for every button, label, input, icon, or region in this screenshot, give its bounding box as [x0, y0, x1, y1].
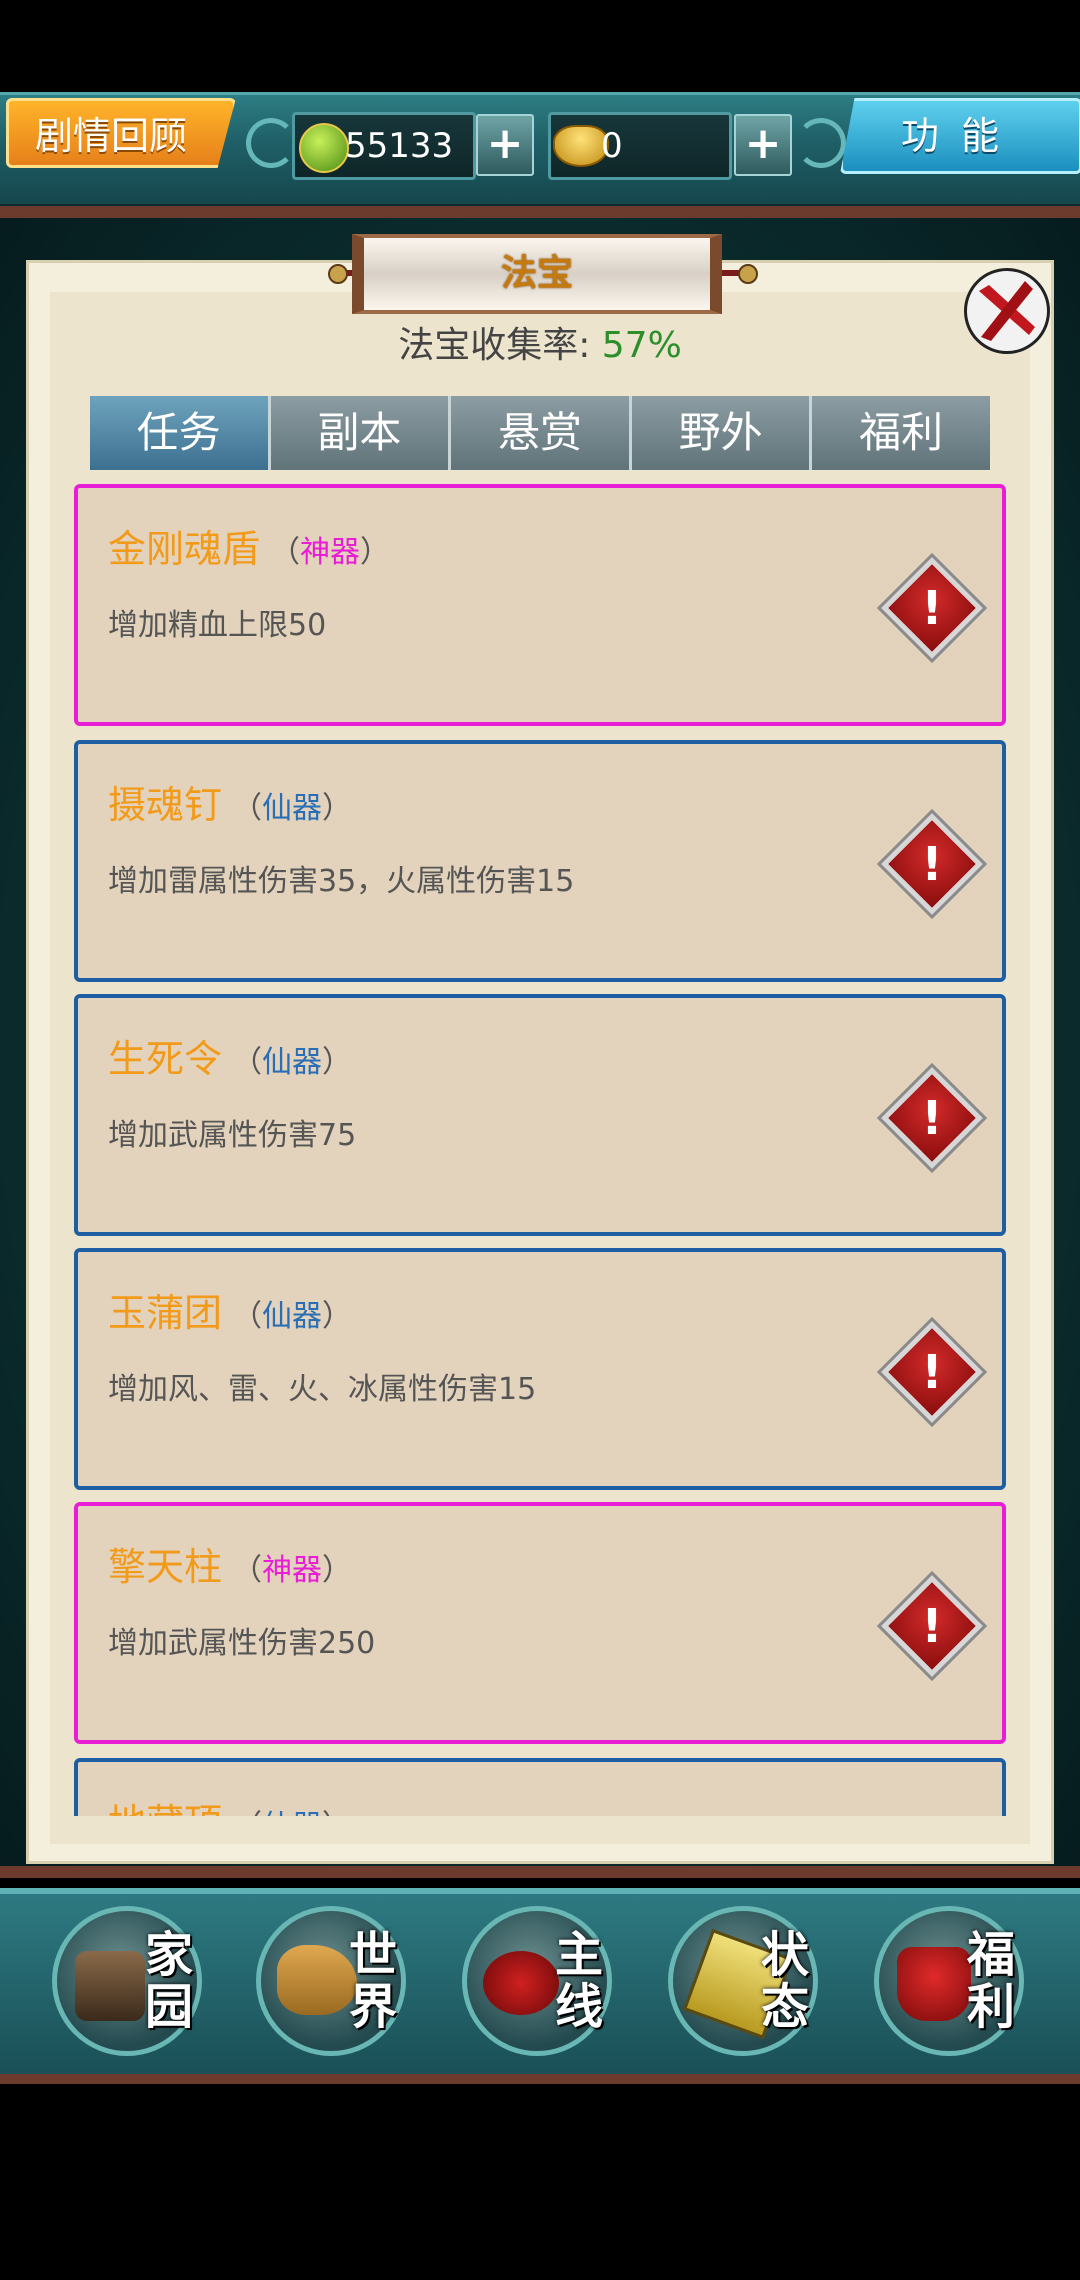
list-item[interactable]: 金刚魂盾 （神器） 增加精血上限50 !	[74, 484, 1006, 726]
item-description: 增加雷属性伤害35，火属性伤害15	[108, 864, 575, 899]
item-grade: 神器	[262, 1553, 323, 1588]
nav-label: 主线	[554, 1927, 603, 2035]
tab-dungeon[interactable]: 副本	[270, 396, 452, 470]
item-name: 摄魂钉	[108, 783, 223, 827]
alert-icon[interactable]: !	[881, 1067, 983, 1169]
item-name: 擎天柱	[108, 1545, 223, 1589]
title-scroll: 法宝	[352, 234, 722, 314]
tab-quest[interactable]: 任务	[90, 396, 271, 470]
list-item[interactable]: 地藏顶 （仙器）	[74, 1758, 1006, 1816]
item-grade: 仙器	[262, 1809, 322, 1816]
nav-label: 福利	[966, 1927, 1015, 2035]
scroll-knob-left	[328, 264, 348, 284]
nav-status-button[interactable]: 状态	[668, 1906, 818, 2056]
alert-mark: !	[921, 837, 943, 891]
gift-bag-icon	[897, 1947, 971, 2021]
alert-mark: !	[921, 1345, 943, 1399]
grade-paren: ）	[322, 1809, 352, 1816]
alert-icon[interactable]: !	[881, 1575, 983, 1677]
list-item[interactable]: 生死令 （仙器） 增加武属性伤害75 !	[74, 994, 1006, 1236]
story-review-button[interactable]: 剧情回顾	[6, 98, 236, 168]
ornament-swirl-icon	[796, 118, 846, 168]
item-description: 增加精血上限50	[108, 608, 327, 643]
list-item[interactable]: 玉蒲团 （仙器） 增加风、雷、火、冰属性伤害15 !	[74, 1248, 1006, 1490]
nav-home-button[interactable]: 家园	[52, 1906, 202, 2056]
jade-counter: 55133	[292, 112, 476, 180]
item-name: 玉蒲团	[108, 1291, 223, 1335]
grade-paren: ）	[360, 535, 391, 570]
alert-mark: !	[921, 1599, 943, 1653]
scroll-knob-right	[738, 264, 758, 284]
item-grade: 仙器	[262, 1299, 323, 1334]
grade-paren: （	[232, 1299, 263, 1334]
home-icon	[75, 1951, 145, 2021]
alert-icon[interactable]: !	[881, 1321, 983, 1423]
alert-mark: !	[921, 581, 943, 635]
tab-field[interactable]: 野外	[631, 396, 813, 470]
item-name: 生死令	[108, 1037, 223, 1081]
page-title: 法宝	[500, 253, 573, 294]
nav-welfare-button[interactable]: 福利	[874, 1906, 1024, 2056]
collection-rate: 法宝收集率: 57%	[60, 318, 1020, 374]
collection-rate-value: 57%	[601, 325, 682, 366]
item-name: 金刚魂盾	[108, 527, 261, 571]
grade-paren: （	[232, 1045, 263, 1080]
item-description: 增加武属性伤害250	[108, 1626, 376, 1661]
gold-counter: 0	[548, 112, 732, 180]
tab-bounty[interactable]: 悬赏	[451, 396, 632, 470]
alert-icon[interactable]: !	[881, 557, 983, 659]
grade-paren: ）	[322, 1045, 353, 1080]
item-name: 地藏顶	[108, 1801, 222, 1816]
item-grade: 仙器	[262, 1045, 323, 1080]
nav-label: 状态	[760, 1927, 809, 2035]
gold-amount: 0	[601, 126, 623, 166]
treasure-list[interactable]: 金刚魂盾 （神器） 增加精血上限50 ! 摄魂钉 （仙器） 增加雷属性伤害35，火属…	[74, 484, 1006, 1816]
grade-paren: （	[232, 791, 263, 826]
grade-paren: （	[270, 535, 301, 570]
nav-world-button[interactable]: 世界	[256, 1906, 406, 2056]
nav-label: 世界	[348, 1927, 397, 2035]
main-quest-icon	[483, 1951, 559, 2015]
grade-paren: ）	[322, 1299, 353, 1334]
alert-icon[interactable]: !	[881, 813, 983, 915]
item-grade: 神器	[300, 535, 361, 570]
item-description: 增加武属性伤害75	[108, 1118, 357, 1153]
add-jade-button[interactable]: +	[476, 114, 534, 176]
grade-paren: （	[232, 1809, 262, 1816]
item-description: 增加风、雷、火、冰属性伤害15	[108, 1372, 537, 1407]
alert-mark: !	[921, 1091, 943, 1145]
grade-paren: ）	[322, 1553, 353, 1588]
add-gold-button[interactable]: +	[734, 114, 792, 176]
grade-paren: ）	[322, 791, 353, 826]
jade-amount: 55133	[345, 126, 454, 166]
ornament-swirl-icon	[246, 118, 296, 168]
nav-main-quest-button[interactable]: 主线	[462, 1906, 612, 2056]
category-tabs: 任务 副本 悬赏 野外 福利	[90, 396, 990, 470]
nav-label: 家园	[144, 1927, 193, 2035]
jade-coin-icon	[299, 123, 349, 173]
list-item[interactable]: 摄魂钉 （仙器） 增加雷属性伤害35，火属性伤害15 !	[74, 740, 1006, 982]
tab-welfare[interactable]: 福利	[812, 396, 990, 470]
collection-rate-label: 法宝收集率:	[398, 325, 602, 366]
function-button[interactable]: 功能	[840, 98, 1080, 174]
grade-paren: （	[232, 1553, 263, 1588]
item-grade: 仙器	[262, 791, 323, 826]
list-item[interactable]: 擎天柱 （神器） 增加武属性伤害250 !	[74, 1502, 1006, 1744]
